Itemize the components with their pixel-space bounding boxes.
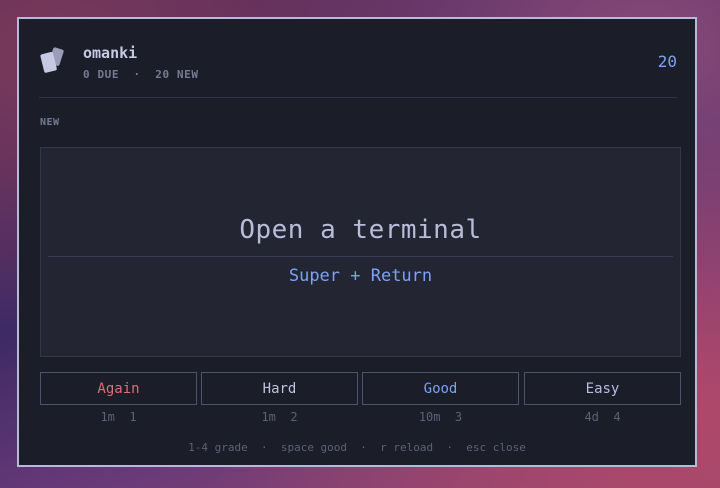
grade-buttons: Again 1m 1 Hard 1m 2 Good 10m 3 Easy 4d …: [40, 372, 682, 430]
grade-good: Good 10m 3: [362, 372, 519, 430]
cards-icon: [40, 47, 64, 73]
easy-interval: 4d 4: [584, 410, 621, 424]
remaining-count: 20: [657, 52, 677, 71]
card-state-label: NEW: [40, 117, 60, 128]
hard-interval: 1m 2: [261, 410, 298, 424]
header: omanki 0 DUE · 20 NEW 20: [39, 41, 677, 81]
flashcard-window: omanki 0 DUE · 20 NEW 20 NEW Open a term…: [17, 17, 697, 467]
again-button[interactable]: Again: [40, 372, 197, 405]
grade-again: Again 1m 1: [40, 372, 197, 430]
good-button[interactable]: Good: [362, 372, 519, 405]
grade-easy: Easy 4d 4: [524, 372, 681, 430]
easy-button[interactable]: Easy: [524, 372, 681, 405]
deck-status: 0 DUE · 20 NEW: [83, 68, 199, 81]
card-back: Super + Return: [288, 266, 433, 286]
good-interval: 10m 3: [418, 410, 463, 424]
keyboard-hints: 1-4 grade · space good · r reload · esc …: [188, 441, 526, 454]
card-front: Open a terminal: [239, 215, 482, 245]
header-divider: [39, 97, 677, 98]
flashcard: Open a terminal Super + Return: [40, 147, 681, 357]
again-interval: 1m 1: [100, 410, 137, 424]
grade-hard: Hard 1m 2: [201, 372, 358, 430]
card-divider: [48, 256, 673, 257]
hard-button[interactable]: Hard: [201, 372, 358, 405]
app-title: omanki: [83, 44, 138, 62]
